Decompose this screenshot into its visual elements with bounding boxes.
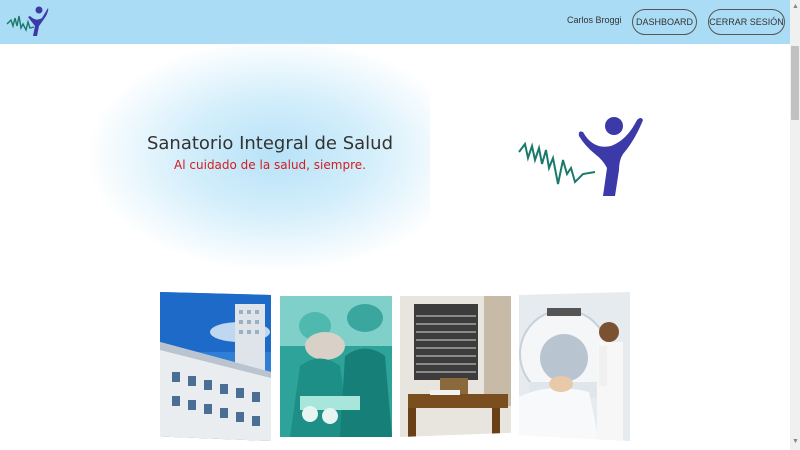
hero-subtitle: Al cuidado de la salud, siempre.: [174, 158, 366, 172]
hospital-building-photo: [160, 292, 271, 441]
top-navbar: Carlos Broggi DASHBOARD CERRAR SESIÓN: [0, 0, 790, 44]
ct-scanner-photo: [519, 292, 630, 441]
scroll-thumb[interactable]: [791, 46, 799, 120]
logout-button[interactable]: CERRAR SESIÓN: [708, 9, 785, 35]
surgery-team-photo: [280, 296, 392, 437]
consulting-room-photo: [400, 296, 511, 437]
dashboard-button[interactable]: DASHBOARD: [632, 9, 697, 35]
scroll-up-arrow-icon[interactable]: ▲: [792, 3, 799, 10]
hero-background-glow: [90, 40, 430, 270]
hero-title: Sanatorio Integral de Salud: [146, 133, 394, 154]
page-scrollbar[interactable]: ▲ ▼: [790, 0, 800, 450]
heartbeat-person-logo-icon: [518, 117, 643, 196]
logo-icon[interactable]: [6, 4, 54, 38]
user-name: Carlos Broggi: [567, 15, 622, 25]
scroll-down-arrow-icon[interactable]: ▼: [792, 438, 799, 445]
